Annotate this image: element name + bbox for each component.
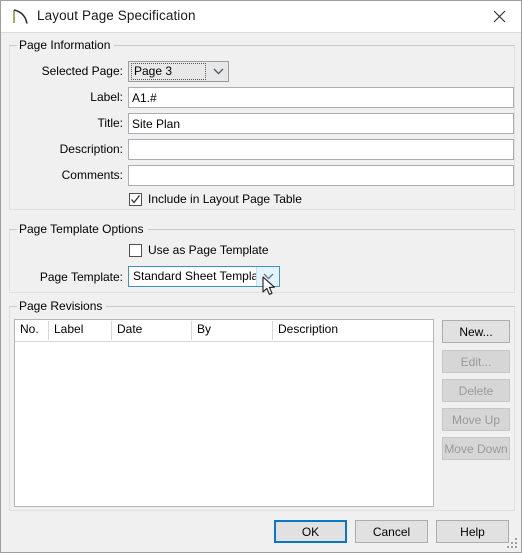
column-header-label[interactable]: Label [54, 322, 83, 336]
help-button[interactable]: Help [436, 520, 509, 543]
title-field-label: Title: [97, 116, 123, 130]
checkbox-box [129, 243, 142, 257]
use-as-page-template-label: Use as Page Template [148, 243, 269, 257]
cancel-button[interactable]: Cancel [355, 520, 428, 543]
selected-page-combobox[interactable]: Page 3 [128, 61, 229, 82]
checkbox-box [129, 192, 142, 206]
page-template-options-group-label: Page Template Options [17, 222, 148, 236]
include-in-layout-page-table-checkbox[interactable]: Include in Layout Page Table [129, 192, 302, 206]
page-information-group-label: Page Information [17, 38, 115, 52]
use-as-page-template-checkbox[interactable]: Use as Page Template [129, 243, 269, 257]
description-input[interactable] [128, 139, 514, 160]
comments-field-label: Comments: [61, 168, 123, 182]
delete-revision-button[interactable]: Delete [442, 379, 510, 402]
new-revision-button[interactable]: New... [442, 320, 510, 343]
column-header-by[interactable]: By [197, 322, 211, 336]
page-revisions-group-label: Page Revisions [17, 299, 107, 313]
chevron-down-icon [208, 62, 228, 81]
edit-revision-button[interactable]: Edit... [442, 350, 510, 373]
comments-input[interactable] [128, 165, 514, 186]
label-field-label: Label: [90, 90, 123, 104]
layout-page-specification-dialog: Layout Page Specification Page Informati… [0, 0, 522, 553]
resize-grip[interactable] [506, 537, 519, 550]
close-icon[interactable] [477, 1, 521, 31]
column-separator[interactable] [272, 321, 273, 340]
selected-page-value: Page 3 [131, 63, 206, 80]
column-separator[interactable] [111, 321, 112, 340]
column-header-no[interactable]: No. [20, 322, 39, 336]
move-down-button[interactable]: Move Down [442, 437, 510, 460]
column-header-date[interactable]: Date [117, 322, 142, 336]
description-field-label: Description: [59, 142, 123, 156]
window-title: Layout Page Specification [37, 8, 196, 23]
titlebar: Layout Page Specification [1, 1, 521, 33]
page-revisions-table[interactable]: No. Label Date By Description [14, 319, 434, 507]
chevron-down-icon [256, 267, 279, 286]
layout-page-icon [11, 7, 31, 27]
table-header-row: No. Label Date By Description [15, 320, 433, 342]
page-template-combobox[interactable]: Standard Sheet Template [128, 266, 280, 287]
column-separator[interactable] [191, 321, 192, 340]
title-input[interactable] [128, 113, 514, 134]
column-header-description[interactable]: Description [278, 322, 338, 336]
column-separator[interactable] [48, 321, 49, 340]
selected-page-label: Selected Page: [41, 64, 123, 78]
include-in-layout-page-table-label: Include in Layout Page Table [148, 192, 302, 206]
label-input[interactable] [128, 87, 514, 108]
page-template-value: Standard Sheet Template [133, 269, 256, 283]
ok-button[interactable]: OK [274, 520, 347, 543]
table-body[interactable] [15, 342, 433, 506]
move-up-button[interactable]: Move Up [442, 408, 510, 431]
page-template-label: Page Template: [39, 270, 123, 284]
